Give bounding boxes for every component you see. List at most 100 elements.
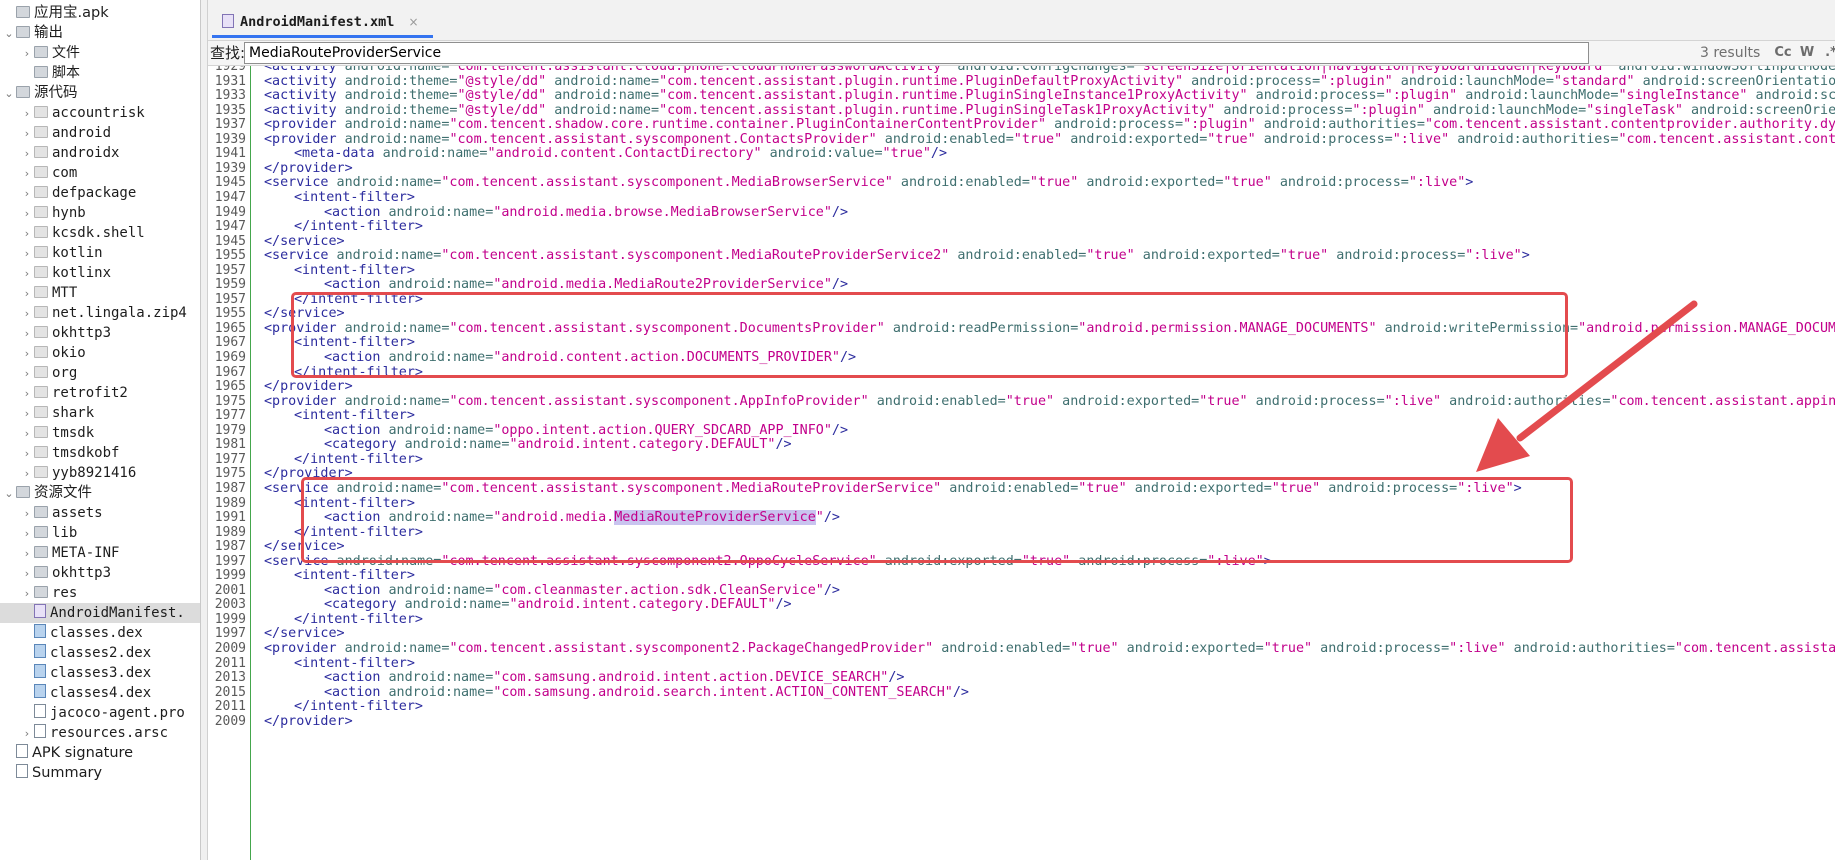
tree-item[interactable]: › kotlinx	[0, 263, 200, 283]
collapsed-chevron-icon[interactable]: ›	[20, 344, 34, 364]
tree-item[interactable]: › android	[0, 123, 200, 143]
tree-item-label: tmsdkobf	[52, 445, 120, 461]
collapsed-chevron-icon[interactable]: ›	[20, 424, 34, 444]
find-input[interactable]	[244, 42, 1589, 64]
tree-item[interactable]: › res	[0, 583, 200, 603]
folder-icon	[16, 86, 30, 98]
package-icon	[34, 366, 48, 378]
tree-item[interactable]: › org	[0, 363, 200, 383]
tab-close-icon[interactable]: ×	[408, 15, 418, 29]
collapsed-chevron-icon[interactable]: ›	[20, 524, 34, 544]
tree-item[interactable]: › retrofit2	[0, 383, 200, 403]
regex-button[interactable]: .*	[1820, 43, 1835, 63]
code-token: "true"	[1223, 175, 1272, 191]
collapsed-chevron-icon[interactable]: ›	[20, 164, 34, 184]
tree-item[interactable]: › androidx	[0, 143, 200, 163]
collapsed-chevron-icon[interactable]: ›	[20, 544, 34, 564]
find-label: 查找:	[210, 44, 246, 62]
tree-item[interactable]: ⌄ 输出	[0, 23, 200, 43]
tree-item-label: net.lingala.zip4	[52, 305, 187, 321]
code-token: android:process=	[1312, 641, 1450, 656]
tree-item[interactable]: ⌄ 资源文件	[0, 483, 200, 503]
tree-item[interactable]: Summary	[0, 763, 200, 783]
tree-item[interactable]: classes3.dex	[0, 663, 200, 683]
collapsed-chevron-icon[interactable]: ›	[20, 184, 34, 204]
expanded-chevron-icon[interactable]: ⌄	[2, 84, 16, 104]
collapsed-chevron-icon[interactable]: ›	[20, 364, 34, 384]
collapsed-chevron-icon[interactable]: ›	[20, 504, 34, 524]
tree-item-label: classes.dex	[50, 625, 143, 641]
code-token: "	[815, 510, 824, 526]
expanded-chevron-icon[interactable]: ⌄	[2, 24, 16, 44]
tree-item[interactable]: › tmsdk	[0, 423, 200, 443]
panel-splitter[interactable]	[201, 0, 208, 860]
code-token: android:authorities=	[1441, 393, 1611, 409]
tree-item[interactable]: ⌄ 源代码	[0, 83, 200, 103]
code-line: <meta-data android:name="android.content…	[294, 145, 947, 162]
tree-item[interactable]: › assets	[0, 503, 200, 523]
collapsed-chevron-icon[interactable]: ›	[20, 444, 34, 464]
tab-androidmanifest[interactable]: AndroidManifest.xml ×	[212, 6, 433, 38]
tree-item-label: defpackage	[52, 185, 137, 201]
tree-item[interactable]: › net.lingala.zip4	[0, 303, 200, 323]
collapsed-chevron-icon[interactable]: ›	[20, 204, 34, 224]
collapsed-chevron-icon[interactable]: ›	[20, 384, 34, 404]
match-case-button[interactable]: Cc	[1772, 43, 1794, 63]
tree-item[interactable]: › shark	[0, 403, 200, 423]
tree-item[interactable]: › MTT	[0, 283, 200, 303]
folder-icon	[34, 586, 48, 598]
tree-item[interactable]: classes2.dex	[0, 643, 200, 663]
collapsed-chevron-icon[interactable]: ›	[20, 124, 34, 144]
tree-item[interactable]: › okhttp3	[0, 323, 200, 343]
folder-icon	[16, 486, 30, 498]
collapsed-chevron-icon[interactable]: ›	[20, 324, 34, 344]
code-token: android:exported=	[1126, 480, 1272, 496]
collapsed-chevron-icon[interactable]: ›	[20, 224, 34, 244]
tree-item[interactable]: › kotlin	[0, 243, 200, 263]
tree-item[interactable]: › resources.arsc	[0, 723, 200, 743]
collapsed-chevron-icon[interactable]: ›	[20, 284, 34, 304]
tree-item[interactable]: › okio	[0, 343, 200, 363]
tree-item[interactable]: 脚本	[0, 63, 200, 83]
collapsed-chevron-icon[interactable]: ›	[20, 404, 34, 424]
tree-item[interactable]: › defpackage	[0, 183, 200, 203]
collapsed-chevron-icon[interactable]: ›	[20, 44, 34, 64]
tree-item[interactable]: › accountrisk	[0, 103, 200, 123]
tree-item[interactable]: APK signature	[0, 743, 200, 763]
tree-item[interactable]: AndroidManifest.	[0, 603, 200, 623]
collapsed-chevron-icon[interactable]: ›	[20, 264, 34, 284]
collapsed-chevron-icon[interactable]: ›	[20, 584, 34, 604]
tree-item[interactable]: classes4.dex	[0, 683, 200, 703]
tree-item[interactable]: › kcsdk.shell	[0, 223, 200, 243]
collapsed-chevron-icon[interactable]: ›	[20, 464, 34, 484]
collapsed-chevron-icon[interactable]: ›	[20, 724, 34, 744]
code-token: android:enabled=	[933, 641, 1071, 656]
collapsed-chevron-icon[interactable]: ›	[20, 304, 34, 324]
code-token: ":live"	[1449, 641, 1506, 656]
code-token: >	[1263, 553, 1272, 569]
collapsed-chevron-icon[interactable]: ›	[20, 104, 34, 124]
tree-item[interactable]: › hynb	[0, 203, 200, 223]
tree-item[interactable]: 应用宝.apk	[0, 3, 200, 23]
code-token: "android.intent.category.DEFAULT"	[509, 597, 776, 613]
collapsed-chevron-icon[interactable]: ›	[20, 144, 34, 164]
tree-item[interactable]: › tmsdkobf	[0, 443, 200, 463]
tree-item[interactable]: jacoco-agent.pro	[0, 703, 200, 723]
tree-item[interactable]: › com	[0, 163, 200, 183]
code-editor[interactable]: 1929 1931 1933 1935 1937 1939 1941 1939 1945 1947…	[208, 66, 1835, 860]
whole-word-button[interactable]: W	[1796, 43, 1818, 63]
tree-item[interactable]: classes.dex	[0, 623, 200, 643]
collapsed-chevron-icon[interactable]: ›	[20, 564, 34, 584]
tree-item[interactable]: › META-INF	[0, 543, 200, 563]
collapsed-chevron-icon[interactable]: ›	[20, 244, 34, 264]
tree-item[interactable]: › lib	[0, 523, 200, 543]
tree-item[interactable]: › okhttp3	[0, 563, 200, 583]
code-token: android:authorities=	[1449, 131, 1619, 147]
tree-item[interactable]: › 文件	[0, 43, 200, 63]
tree-item[interactable]: › yyb8921416	[0, 463, 200, 483]
file-icon	[34, 704, 46, 718]
code-token: "android.permission.MANAGE_DOCUMENTS"	[1578, 320, 1835, 336]
package-icon	[34, 226, 48, 238]
expanded-chevron-icon[interactable]: ⌄	[2, 484, 16, 504]
tree-item-label: 应用宝.apk	[34, 5, 109, 21]
